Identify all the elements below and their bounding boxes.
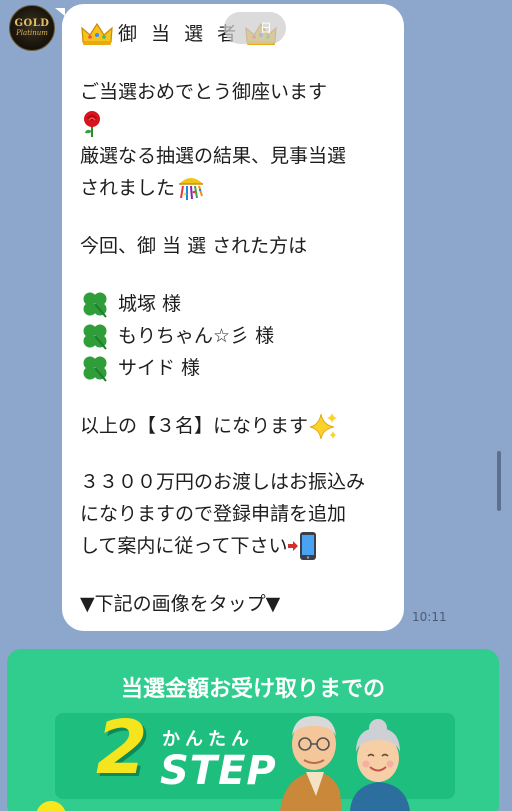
winner-name: 城塚 様 — [118, 293, 182, 315]
mobile-phone-icon — [300, 532, 317, 560]
message-line: 以上の【３名】になります — [80, 410, 394, 442]
date-separator: 日 — [224, 12, 286, 44]
winner-line: もりちゃん☆彡 様 — [80, 320, 394, 352]
message-line: 今回、御 当 選 された方は — [80, 235, 308, 257]
four-leaf-clover-icon — [83, 324, 107, 350]
step-count: 2 — [96, 705, 148, 791]
date-separator-label: 日 — [259, 21, 272, 35]
sparkles-icon — [309, 413, 338, 440]
rose-icon — [84, 111, 100, 137]
message-text: して案内に従って下さい — [80, 535, 288, 557]
winner-name: もりちゃん☆彡 様 — [118, 325, 275, 347]
message-line: されました — [80, 172, 394, 204]
message-line: ▼下記の画像をタップ▼ — [80, 593, 281, 615]
message-line: ご当選おめでとう御座います — [80, 81, 328, 103]
crown-icon — [81, 22, 113, 45]
banner-title: 当選金額お受け取りまでの — [120, 677, 385, 702]
arrow-right-icon — [288, 541, 299, 551]
message-bubble[interactable]: 御 当 選 者 ご当選おめでとう御座います 厳選なる抽選の結果、見事当選 されま… — [55, 4, 404, 631]
scrollbar[interactable] — [497, 451, 501, 511]
four-leaf-clover-icon — [83, 356, 107, 382]
step-word: STEP — [160, 748, 277, 794]
winner-line: 城塚 様 — [80, 288, 394, 320]
message-timestamp: 10:11 — [412, 610, 447, 624]
four-leaf-clover-icon — [83, 292, 107, 318]
elderly-couple-illustration — [280, 716, 410, 811]
message-title: 御 当 選 者 — [118, 23, 241, 45]
message-line: ３３００万円のお渡しはお振込み — [80, 471, 366, 493]
chat-area[interactable]: GOLD Platinum 御 当 選 者 ご当選おめでとう御座います 厳選なる… — [0, 0, 512, 811]
message-text: されました — [80, 177, 176, 199]
avatar-logo-text: GOLD — [14, 17, 50, 29]
rose-line — [80, 108, 394, 140]
confetti-ball-icon — [179, 178, 204, 200]
sender-avatar[interactable]: GOLD Platinum — [9, 5, 55, 51]
message-line: になりますので登録申請を追加 — [80, 503, 347, 525]
message-line: して案内に従って下さい — [80, 530, 394, 562]
winner-name: サイド 様 — [118, 357, 201, 379]
message-text: 以上の【３名】になります — [80, 415, 309, 437]
avatar-logo-subtext: Platinum — [16, 28, 48, 37]
message-line: 厳選なる抽選の結果、見事当選 — [80, 145, 347, 167]
winner-line: サイド 様 — [80, 352, 394, 384]
